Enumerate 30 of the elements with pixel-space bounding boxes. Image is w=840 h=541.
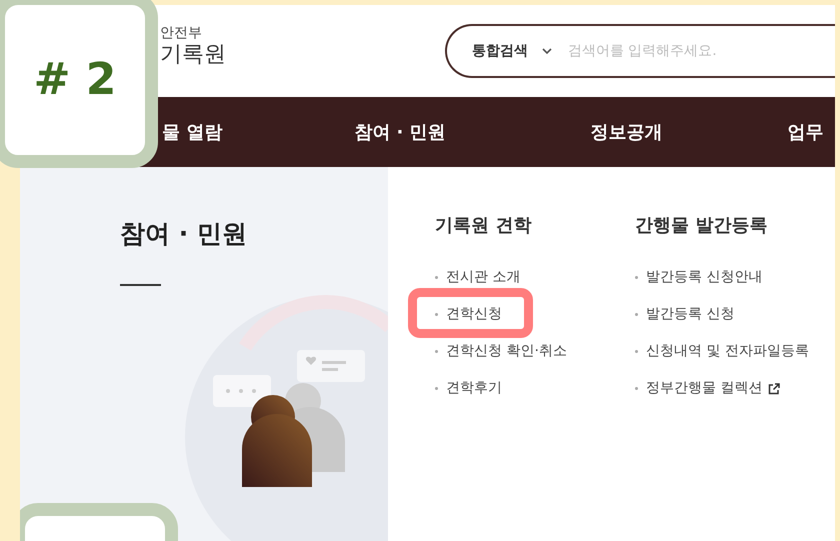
menu-link[interactable]: 견학신청 확인·취소 [446, 341, 567, 362]
step-badge: # 2 [0, 0, 158, 168]
chevron-down-icon [542, 48, 552, 54]
menu-heading: 기록원 견학 [435, 214, 532, 238]
menu-link[interactable]: 전시관 소개 [446, 267, 520, 288]
nav-link[interactable]: 물 열람 [162, 118, 222, 146]
bullet-icon [435, 276, 438, 279]
nav-link[interactable]: 정보공개 [590, 118, 663, 146]
bullet-icon [635, 276, 638, 279]
bullet-icon [635, 387, 638, 390]
bullet-icon [435, 313, 438, 316]
search-scope-dropdown[interactable]: 통합검색 [472, 40, 528, 62]
menu-link[interactable]: 발간등록 신청 [646, 304, 734, 325]
menu-link[interactable]: 견학후기 [446, 378, 502, 399]
menu-link[interactable]: 정부간행물 컬렉션 [646, 378, 762, 399]
menu-link[interactable]: 신청내역 및 전자파일등록 [646, 341, 809, 362]
bullet-icon [635, 313, 638, 316]
logo-text: 안전부 [160, 26, 203, 42]
logo-text: 기록원 [160, 42, 227, 68]
nav-link[interactable]: 업무 [788, 118, 824, 146]
search-bar[interactable]: 통합검색 검색어를 입력해주세요. [444, 24, 835, 78]
menu-link[interactable]: 견학신청 [446, 304, 502, 325]
search-input[interactable]: 검색어를 입력해주세요. [566, 40, 816, 62]
bullet-icon [435, 350, 438, 353]
bullet-icon [435, 387, 438, 390]
menu-link[interactable]: 발간등록 신청안내 [646, 267, 762, 288]
bullet-icon [635, 350, 638, 353]
nav-link[interactable]: 참여 · 민원 [354, 118, 446, 146]
section-title: 참여 · 민원 [120, 218, 247, 250]
menu-heading: 간행물 발간등록 [635, 214, 768, 238]
